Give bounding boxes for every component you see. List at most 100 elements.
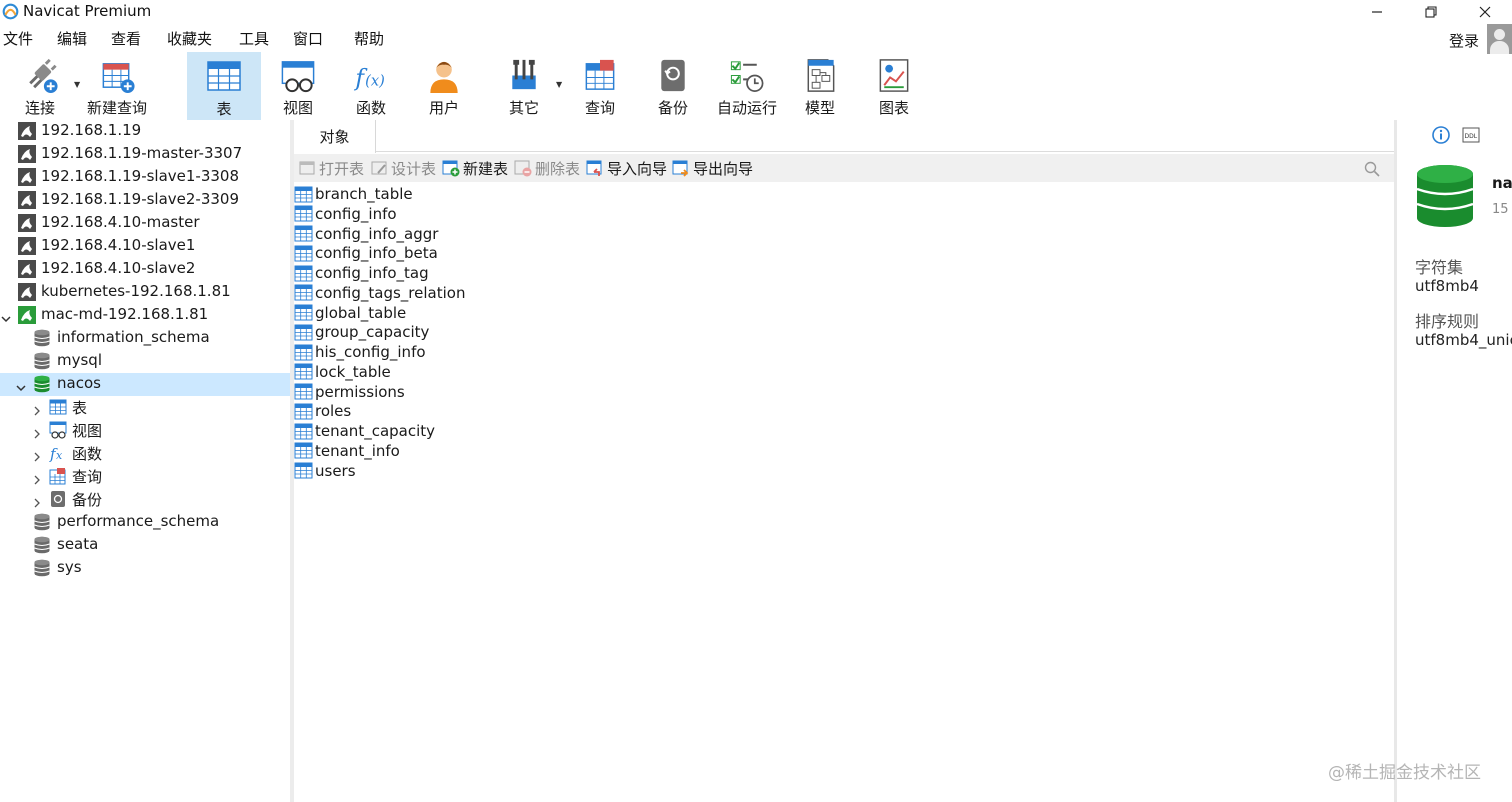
other-dropdown-icon[interactable]: ▼ xyxy=(556,80,562,89)
open-table-icon xyxy=(299,161,315,175)
tree-node-tables[interactable]: 表 xyxy=(0,396,290,419)
connect-button[interactable]: 连接 xyxy=(12,52,68,118)
tab-objects[interactable]: 对象 xyxy=(294,120,376,153)
tree-node-label: 视图 xyxy=(72,422,103,440)
table-icon xyxy=(294,225,313,242)
tree-node-queries[interactable]: 查询 xyxy=(0,465,290,488)
menu-help[interactable]: 帮助 xyxy=(354,28,384,49)
backup-button[interactable]: 备份 xyxy=(645,52,701,118)
import-wizard-button[interactable]: 导入向导 xyxy=(586,157,667,179)
expand-arrow-icon[interactable] xyxy=(1,314,11,324)
table-item[interactable]: config_tags_relation xyxy=(294,283,465,303)
table-name: config_tags_relation xyxy=(315,283,466,302)
tree-connection-label: 192.168.1.19 xyxy=(41,121,142,139)
table-item[interactable]: config_info_aggr xyxy=(294,224,438,244)
table-name: tenant_capacity xyxy=(315,422,436,440)
close-button[interactable] xyxy=(1458,0,1512,24)
query-button[interactable]: 查询 xyxy=(572,52,628,118)
view-icon xyxy=(281,61,315,93)
search-icon[interactable] xyxy=(1364,161,1380,177)
tree-connection[interactable]: 192.168.4.10-slave2 xyxy=(0,258,290,281)
other-button[interactable]: 其它 xyxy=(496,52,552,118)
tree-connection[interactable]: 192.168.1.19-slave2-3309 xyxy=(0,189,290,212)
table-item[interactable]: tenant_info xyxy=(294,441,400,461)
tree-connection[interactable]: 192.168.4.10-slave1 xyxy=(0,235,290,258)
restore-button[interactable] xyxy=(1404,0,1458,24)
tree-connection-label: 192.168.1.19-slave2-3309 xyxy=(41,190,240,208)
menu-view[interactable]: 查看 xyxy=(111,28,141,49)
menu-tools[interactable]: 工具 xyxy=(239,28,269,49)
table-item[interactable]: config_info_tag xyxy=(294,263,429,283)
tree-connection[interactable]: 192.168.1.19-slave1-3308 xyxy=(0,166,290,189)
collation-label: 排序规则 xyxy=(1415,312,1480,331)
tree-database[interactable]: mysql xyxy=(0,350,290,373)
tree-node-backups[interactable]: 备份 xyxy=(0,488,290,511)
import-wizard-label: 导入向导 xyxy=(607,159,668,178)
table-item[interactable]: branch_table xyxy=(294,184,413,204)
tree-database[interactable]: performance_schema xyxy=(0,511,290,534)
menu-favorites[interactable]: 收藏夹 xyxy=(167,28,212,49)
minimize-button[interactable] xyxy=(1350,0,1404,24)
chart-button[interactable]: 图表 xyxy=(866,52,922,118)
expand-arrow-icon[interactable] xyxy=(32,406,42,416)
function-button[interactable]: f (x) 函数 xyxy=(343,52,399,118)
table-item[interactable]: roles xyxy=(294,401,351,421)
mysql-connection-icon xyxy=(18,191,36,209)
login-link[interactable]: 登录 xyxy=(1449,30,1479,51)
ddl-icon[interactable]: DDL xyxy=(1462,126,1480,144)
tree-database[interactable]: information_schema xyxy=(0,327,290,350)
view-label: 视图 xyxy=(282,99,313,117)
table-item[interactable]: global_table xyxy=(294,303,406,323)
tree-database[interactable]: sys xyxy=(0,557,290,580)
user-button[interactable]: 用户 xyxy=(416,52,472,118)
table-item[interactable]: group_capacity xyxy=(294,322,429,342)
info-icon[interactable] xyxy=(1432,126,1450,144)
tree-connection[interactable]: 192.168.4.10-master xyxy=(0,212,290,235)
new-query-button[interactable]: 新建查询 xyxy=(86,52,148,118)
open-table-button[interactable]: 打开表 xyxy=(298,157,364,179)
window-title: Navicat Premium xyxy=(23,2,152,20)
tree-connection[interactable]: mac-md-192.168.1.81 xyxy=(0,304,290,327)
design-table-button[interactable]: 设计表 xyxy=(370,157,436,179)
expand-arrow-icon[interactable] xyxy=(32,498,42,508)
expand-arrow-icon[interactable] xyxy=(32,452,42,462)
table-item[interactable]: users xyxy=(294,461,356,481)
table-item[interactable]: permissions xyxy=(294,382,405,402)
menu-edit[interactable]: 编辑 xyxy=(57,28,87,49)
database-large-icon xyxy=(1416,165,1474,227)
table-item[interactable]: lock_table xyxy=(294,362,391,382)
model-button[interactable]: 模型 xyxy=(792,52,848,118)
table-button[interactable]: 表 xyxy=(187,52,261,120)
tree-connection[interactable]: 192.168.1.19-master-3307 xyxy=(0,143,290,166)
database-icon xyxy=(34,513,50,531)
tree-node-views[interactable]: 视图 xyxy=(0,419,290,442)
new-table-button[interactable]: 新建表 xyxy=(442,157,508,179)
table-item[interactable]: config_info xyxy=(294,204,397,224)
tree-connection[interactable]: kubernetes-192.168.1.81 xyxy=(0,281,290,304)
expand-arrow-icon[interactable] xyxy=(32,429,42,439)
delete-table-label: 删除表 xyxy=(535,159,581,178)
tree-node-functions[interactable]: f x 函数 xyxy=(0,442,290,465)
tree-database[interactable]: seata xyxy=(0,534,290,557)
delete-table-button[interactable]: 删除表 xyxy=(514,157,580,179)
menu-file[interactable]: 文件 xyxy=(3,28,33,49)
table-item[interactable]: config_info_beta xyxy=(294,243,438,263)
menu-window[interactable]: 窗口 xyxy=(293,28,323,49)
tree-database[interactable]: nacos xyxy=(0,373,290,396)
table-item[interactable]: tenant_capacity xyxy=(294,421,435,441)
tree-database-label: information_schema xyxy=(57,328,210,346)
collapse-arrow-icon[interactable] xyxy=(16,383,26,393)
tree-connection[interactable]: 192.168.1.19 xyxy=(0,120,290,143)
export-wizard-button[interactable]: 导出向导 xyxy=(672,157,753,179)
automation-button[interactable]: 自动运行 xyxy=(714,52,780,118)
database-icon xyxy=(34,329,50,347)
table-name: group_capacity xyxy=(315,323,430,342)
view-button[interactable]: 视图 xyxy=(270,52,326,118)
automation-icon xyxy=(730,61,764,92)
mysql-connection-icon xyxy=(18,168,36,186)
connect-dropdown-icon[interactable]: ▼ xyxy=(74,80,80,89)
table-item[interactable]: his_config_info xyxy=(294,342,426,362)
avatar[interactable] xyxy=(1487,24,1512,54)
tab-strip: 对象 xyxy=(294,120,1394,153)
expand-arrow-icon[interactable] xyxy=(32,475,42,485)
